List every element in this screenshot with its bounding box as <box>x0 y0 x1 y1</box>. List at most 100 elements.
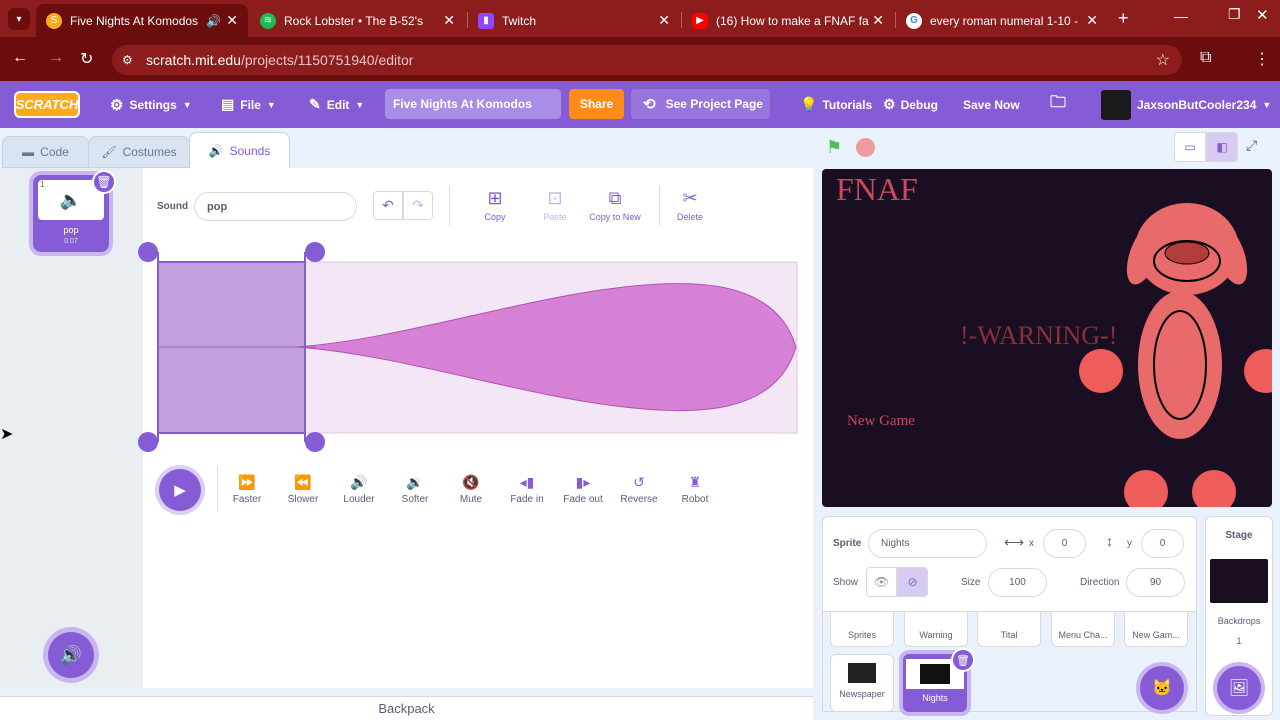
site-settings-icon[interactable]: ⚙ <box>122 53 133 67</box>
volume-down-icon: 🔉 <box>406 474 424 490</box>
effect-mute[interactable]: 🔇 Mute <box>443 474 499 505</box>
save-now-button[interactable]: Save Now <box>963 81 1020 128</box>
small-stage-button[interactable]: ▭ <box>1174 132 1206 162</box>
scratch-logo[interactable]: SCRATCH <box>14 91 80 118</box>
browser-tab-scratch[interactable]: S Five Nights At Komodos 🔊 ✕ <box>36 4 248 37</box>
avatar <box>1101 89 1131 120</box>
browser-tab-spotify[interactable]: ≋ Rock Lobster • The B-52's ✕ <box>250 4 465 37</box>
delete-sound-icon[interactable]: 🗑 <box>92 170 116 194</box>
account-menu[interactable]: JaxsonButCooler234 ▼ <box>1101 81 1271 128</box>
maximize-icon[interactable]: ❐ <box>1228 6 1241 23</box>
sprite-tile-label: Newspaper <box>839 689 885 699</box>
redo-button[interactable]: ↷ <box>403 191 433 220</box>
lightbulb-icon: 💡 <box>800 96 818 112</box>
choose-backdrop-button[interactable]: 🖼 <box>1217 666 1261 710</box>
copy-to-new-label: Copy to New <box>589 212 641 222</box>
back-arrow-icon[interactable]: ← <box>12 49 28 67</box>
close-icon[interactable]: ✕ <box>443 12 455 29</box>
y-label: y <box>1127 538 1132 549</box>
sprite-tile[interactable]: Sprites <box>830 611 894 647</box>
browser-tab-google[interactable]: G every roman numeral 1-10 - G ✕ <box>896 4 1108 37</box>
sprite-tile[interactable]: Warning <box>904 611 968 647</box>
close-icon[interactable]: ✕ <box>658 12 670 29</box>
extensions-icon[interactable]: ⧉ <box>1200 49 1211 67</box>
waveform-display[interactable] <box>136 240 808 455</box>
tab-costumes[interactable]: 🖌 Costumes <box>88 136 190 168</box>
effect-fade-out[interactable]: ▮▸ Fade out <box>555 474 611 505</box>
browser-tab-youtube[interactable]: ▶ (16) How to make a FNAF fa ✕ <box>682 4 894 37</box>
normal-stage-button[interactable]: ◧ <box>1206 132 1238 162</box>
sprite-name-input[interactable]: Nights <box>868 529 987 558</box>
show-hidden-button[interactable]: ⊘ <box>897 567 928 597</box>
effect-robot[interactable]: ♜ Robot <box>667 474 723 505</box>
toolbar-divider <box>449 186 450 226</box>
new-tab-button[interactable]: + <box>1118 8 1129 29</box>
tab-search-button[interactable]: ▾ <box>8 8 30 30</box>
debug-button[interactable]: ⚙ Debug <box>883 81 938 128</box>
sprite-tile[interactable]: Menu Cha... <box>1051 611 1115 647</box>
delete-button[interactable]: ✂ Delete <box>660 188 720 222</box>
audio-playing-icon: 🔊 <box>206 13 222 28</box>
size-input[interactable]: 100 <box>988 568 1047 597</box>
speaker-icon: 🔈 <box>59 189 83 210</box>
reload-icon[interactable]: ↻ <box>80 49 93 69</box>
sprite-tile[interactable]: New Gam... <box>1124 611 1188 647</box>
backpack-bar[interactable]: Backpack <box>0 696 813 720</box>
sprite-tile-newspaper[interactable]: Newspaper <box>830 654 894 712</box>
x-input[interactable]: 0 <box>1043 529 1086 558</box>
effect-fade-in[interactable]: ◂▮ Fade in <box>499 474 555 505</box>
project-title-input[interactable]: Five Nights At Komodos <box>385 89 561 119</box>
paste-button[interactable]: ⊡ Paste <box>525 188 585 222</box>
tab-code[interactable]: ▬ Code <box>2 136 89 168</box>
effect-faster[interactable]: ⏩ Faster <box>219 474 275 505</box>
browser-menu-icon[interactable]: ⋮ <box>1254 49 1270 69</box>
address-bar[interactable]: ⚙ scratch.mit.edu/projects/1150751940/ed… <box>112 45 1182 75</box>
effect-reverse[interactable]: ↺ Reverse <box>611 474 667 505</box>
new-game-button[interactable]: New Game <box>847 413 915 430</box>
share-button[interactable]: Share <box>569 89 624 119</box>
browser-tab-twitch[interactable]: ▮ Twitch ✕ <box>468 4 680 37</box>
effect-louder[interactable]: 🔊 Louder <box>331 474 387 505</box>
close-icon[interactable]: ✕ <box>226 12 238 29</box>
effect-label: Fade out <box>563 494 603 505</box>
effect-slower[interactable]: ⏪ Slower <box>275 474 331 505</box>
undo-button[interactable]: ↶ <box>373 191 403 220</box>
forward-arrow-icon[interactable]: → <box>48 49 64 67</box>
show-visible-button[interactable]: 👁 <box>866 567 897 597</box>
caret-down-icon: ▼ <box>355 99 365 110</box>
edit-menu[interactable]: ✎ Edit ▼ <box>309 81 364 128</box>
tab-title: Five Nights At Komodos <box>70 13 199 28</box>
green-flag-icon[interactable]: ⚑ <box>826 137 842 158</box>
my-stuff-folder-icon[interactable]: 🗀 <box>1050 81 1066 128</box>
choose-sprite-button[interactable]: 🐱 <box>1140 666 1184 710</box>
file-menu[interactable]: ▤ File ▼ <box>221 81 276 128</box>
see-project-page-button[interactable]: ⟲ See Project Page <box>631 89 770 119</box>
paste-icon: ⊡ <box>547 188 563 208</box>
close-icon[interactable]: ✕ <box>1086 12 1098 29</box>
copy-button[interactable]: ⊞ Copy <box>465 188 525 222</box>
copy-to-new-button[interactable]: ⧉ Copy to New <box>585 188 645 222</box>
minimize-icon[interactable]: — <box>1174 8 1188 24</box>
effects-divider <box>217 466 218 512</box>
stage-thumbnail[interactable] <box>1210 559 1268 603</box>
close-icon[interactable]: ✕ <box>872 12 884 29</box>
delete-sprite-icon[interactable]: 🗑 <box>951 648 975 672</box>
play-button[interactable]: ▶ <box>159 469 201 511</box>
stop-icon[interactable] <box>856 138 875 157</box>
sprite-tile[interactable]: Tital <box>977 611 1041 647</box>
effect-label: Fade in <box>510 494 544 505</box>
settings-menu[interactable]: ⚙ Settings ▼ <box>110 81 192 128</box>
direction-input[interactable]: 90 <box>1126 568 1185 597</box>
tab-title: Rock Lobster • The B-52's <box>284 13 424 28</box>
y-input[interactable]: 0 <box>1141 529 1184 558</box>
close-window-icon[interactable]: ✕ <box>1256 6 1269 24</box>
effect-softer[interactable]: 🔉 Softer <box>387 474 443 505</box>
sound-name-input[interactable]: pop <box>194 192 357 221</box>
tab-sounds[interactable]: 🔊 Sounds <box>189 132 290 168</box>
sprite-tile-label: Nights <box>922 693 948 703</box>
fullscreen-icon[interactable]: ⤢ <box>1246 137 1257 154</box>
stage-canvas[interactable]: FNAF !-WARNING-! New Game <box>822 169 1272 507</box>
tutorials-button[interactable]: 💡 Tutorials <box>800 81 872 128</box>
add-sound-button[interactable]: 🔊 <box>48 632 94 678</box>
bookmark-star-icon[interactable]: ☆ <box>1156 50 1170 70</box>
